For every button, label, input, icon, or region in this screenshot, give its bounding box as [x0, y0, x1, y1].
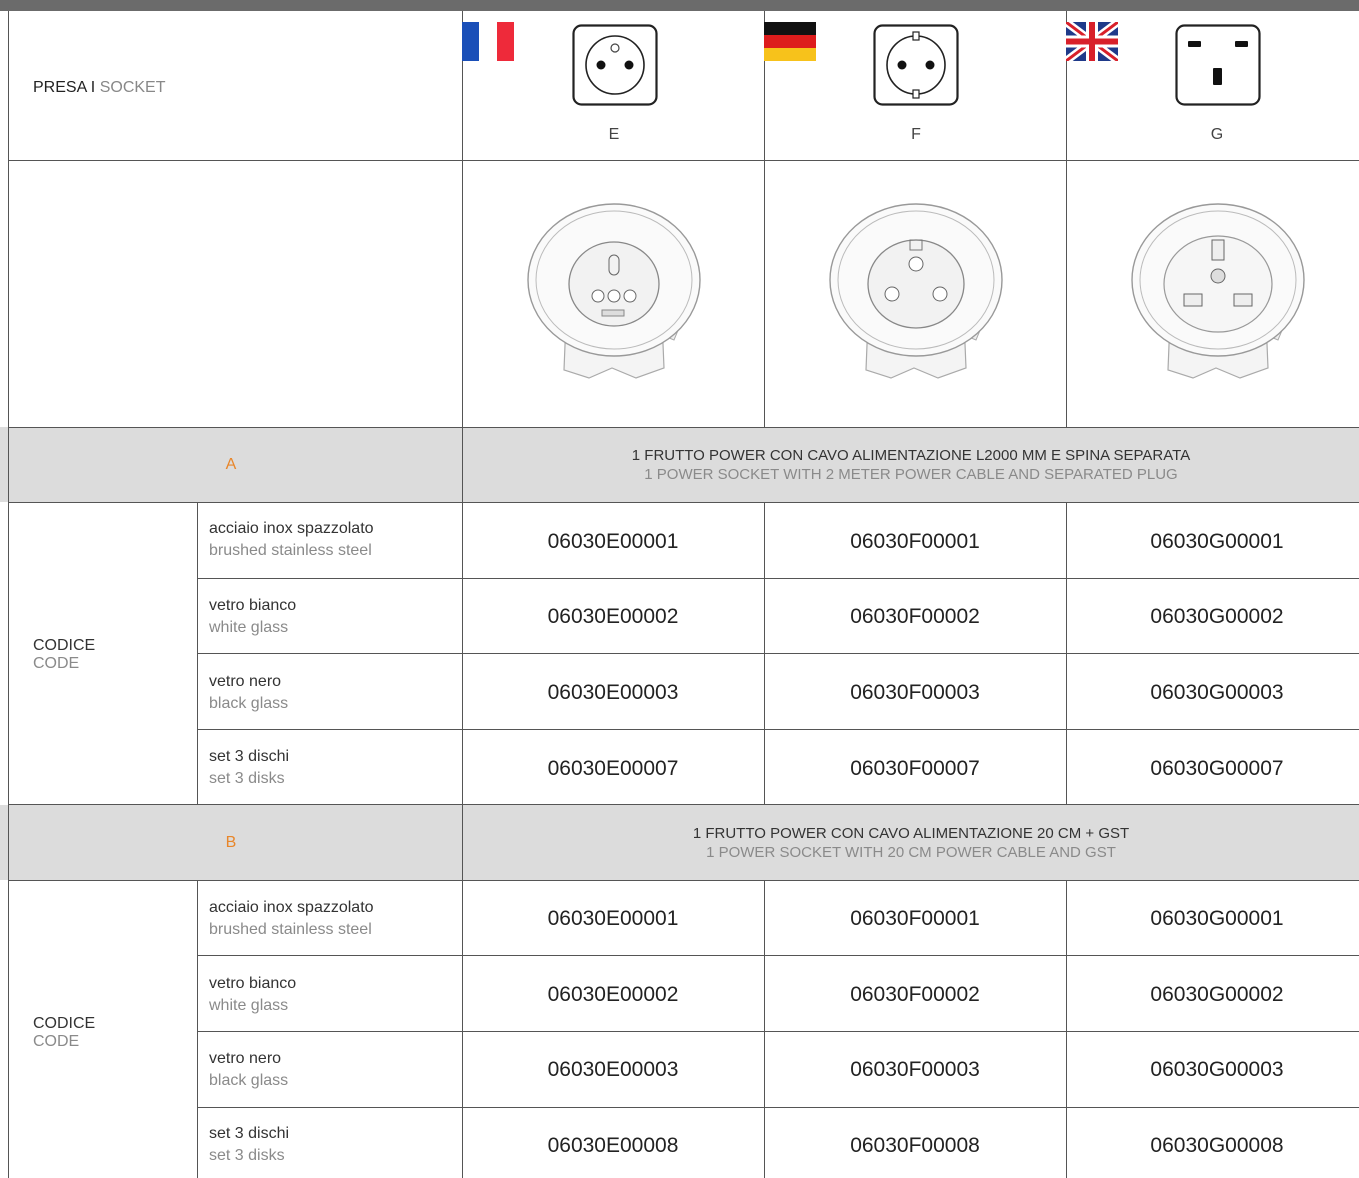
material-en: set 3 disks [209, 1147, 285, 1164]
code-cell: 06030E00003 [547, 1058, 679, 1081]
grid-line [198, 653, 1359, 654]
code-cell: 06030G00001 [1150, 907, 1284, 930]
section-b-desc-it: 1 FRUTTO POWER CON CAVO ALIMENTAZIONE 20… [692, 825, 1130, 842]
section-b-desc-en: 1 POWER SOCKET WITH 20 CM POWER CABLE AN… [706, 844, 1116, 861]
material-it: vetro bianco [209, 597, 297, 614]
material-it: vetro nero [209, 673, 282, 690]
socket-type-g-icon [1175, 24, 1261, 106]
code-cell: 06030G00003 [1150, 681, 1284, 704]
code-cell: 06030E00002 [547, 983, 679, 1006]
material-it: set 3 dischi [209, 748, 290, 765]
material-a-3: set 3 dischi set 3 disks [209, 746, 289, 790]
socket-type-f-icon [873, 24, 959, 106]
material-en: set 3 disks [209, 770, 285, 787]
code-cell: 06030E00007 [547, 757, 679, 780]
code-cell: 06030E00001 [547, 907, 679, 930]
grid-line [198, 1107, 1359, 1108]
material-it: vetro nero [209, 1050, 282, 1067]
code-cell: 06030F00001 [850, 907, 980, 930]
grid-line [8, 427, 1359, 428]
section-b-description: 1 FRUTTO POWER CON CAVO ALIMENTAZIONE 20… [463, 824, 1359, 862]
code-cell: 06030E00008 [547, 1134, 679, 1157]
type-label-e: E [608, 126, 620, 143]
code-label-en: CODE [33, 655, 80, 672]
material-en: white glass [209, 997, 289, 1014]
socket-f-product-image [829, 203, 1003, 379]
code-cell: 06030G00007 [1150, 757, 1284, 780]
code-cell: 06030F00002 [850, 983, 980, 1006]
section-a-letter: A [225, 456, 237, 473]
code-cell: 06030E00002 [547, 605, 679, 628]
socket-label-en: SOCKET [99, 79, 166, 96]
socket-g-product-image [1131, 203, 1305, 379]
code-cell: 06030F00003 [850, 681, 980, 704]
grid-line [198, 729, 1359, 730]
grid-line [198, 1031, 1359, 1032]
material-a-2: vetro nero black glass [209, 671, 288, 715]
grid-line [8, 880, 1359, 881]
material-a-1: vetro bianco white glass [209, 595, 296, 639]
grid-line [1066, 11, 1067, 427]
code-label-it: CODICE [33, 1015, 96, 1032]
material-it: acciaio inox spazzolato [209, 520, 374, 537]
section-a-desc-en: 1 POWER SOCKET WITH 2 METER POWER CABLE … [644, 466, 1178, 483]
top-bar [0, 0, 1359, 11]
code-cell: 06030E00003 [547, 681, 679, 704]
socket-label-separator: I [86, 79, 100, 96]
socket-header-label: PRESA I SOCKET [33, 78, 166, 98]
code-cell: 06030G00002 [1150, 605, 1284, 628]
code-cell: 06030F00002 [850, 605, 980, 628]
section-a-desc-it: 1 FRUTTO POWER CON CAVO ALIMENTAZIONE L2… [631, 447, 1191, 464]
material-b-1: vetro bianco white glass [209, 973, 296, 1017]
material-it: vetro bianco [209, 975, 297, 992]
material-it: set 3 dischi [209, 1125, 290, 1142]
section-a-code-label: CODICE CODE [33, 637, 95, 673]
material-en: black glass [209, 695, 289, 712]
code-cell: 06030G00008 [1150, 1134, 1284, 1157]
code-cell: 06030F00001 [850, 530, 980, 553]
code-label-en: CODE [33, 1033, 80, 1050]
grid-line [8, 11, 9, 1178]
code-cell: 06030F00008 [850, 1134, 980, 1157]
grid-line [8, 804, 1359, 805]
socket-type-e-icon [572, 24, 658, 106]
code-cell: 06030F00007 [850, 757, 980, 780]
section-a-description: 1 FRUTTO POWER CON CAVO ALIMENTAZIONE L2… [463, 446, 1359, 484]
code-cell: 06030G00003 [1150, 1058, 1284, 1081]
germany-flag-icon [764, 22, 816, 61]
socket-e-product-image [527, 203, 701, 379]
grid-line [198, 578, 1359, 579]
uk-flag-icon [1066, 22, 1118, 61]
code-cell: 06030G00002 [1150, 983, 1284, 1006]
type-label-g: G [1210, 126, 1224, 143]
material-b-2: vetro nero black glass [209, 1048, 288, 1092]
section-b-code-label: CODICE CODE [33, 1015, 95, 1051]
grid-line [197, 502, 198, 804]
grid-line [8, 160, 1359, 161]
code-label-it: CODICE [33, 637, 96, 654]
material-en: black glass [209, 1072, 289, 1089]
material-it: acciaio inox spazzolato [209, 899, 374, 916]
code-cell: 06030G00001 [1150, 530, 1284, 553]
material-b-0: acciaio inox spazzolato brushed stainless… [209, 897, 374, 941]
material-en: white glass [209, 619, 289, 636]
grid-line [8, 502, 1359, 503]
material-b-3: set 3 dischi set 3 disks [209, 1123, 289, 1167]
type-label-f: F [911, 126, 921, 143]
grid-line [764, 11, 765, 427]
code-cell: 06030F00003 [850, 1058, 980, 1081]
material-en: brushed stainless steel [209, 542, 372, 559]
material-en: brushed stainless steel [209, 921, 372, 938]
code-cell: 06030E00001 [547, 530, 679, 553]
material-a-0: acciaio inox spazzolato brushed stainless… [209, 518, 374, 562]
socket-label-it: PRESA [33, 79, 87, 96]
france-flag-icon [462, 22, 514, 61]
grid-line [197, 880, 198, 1178]
section-b-letter: B [225, 834, 237, 851]
grid-line [198, 955, 1359, 956]
